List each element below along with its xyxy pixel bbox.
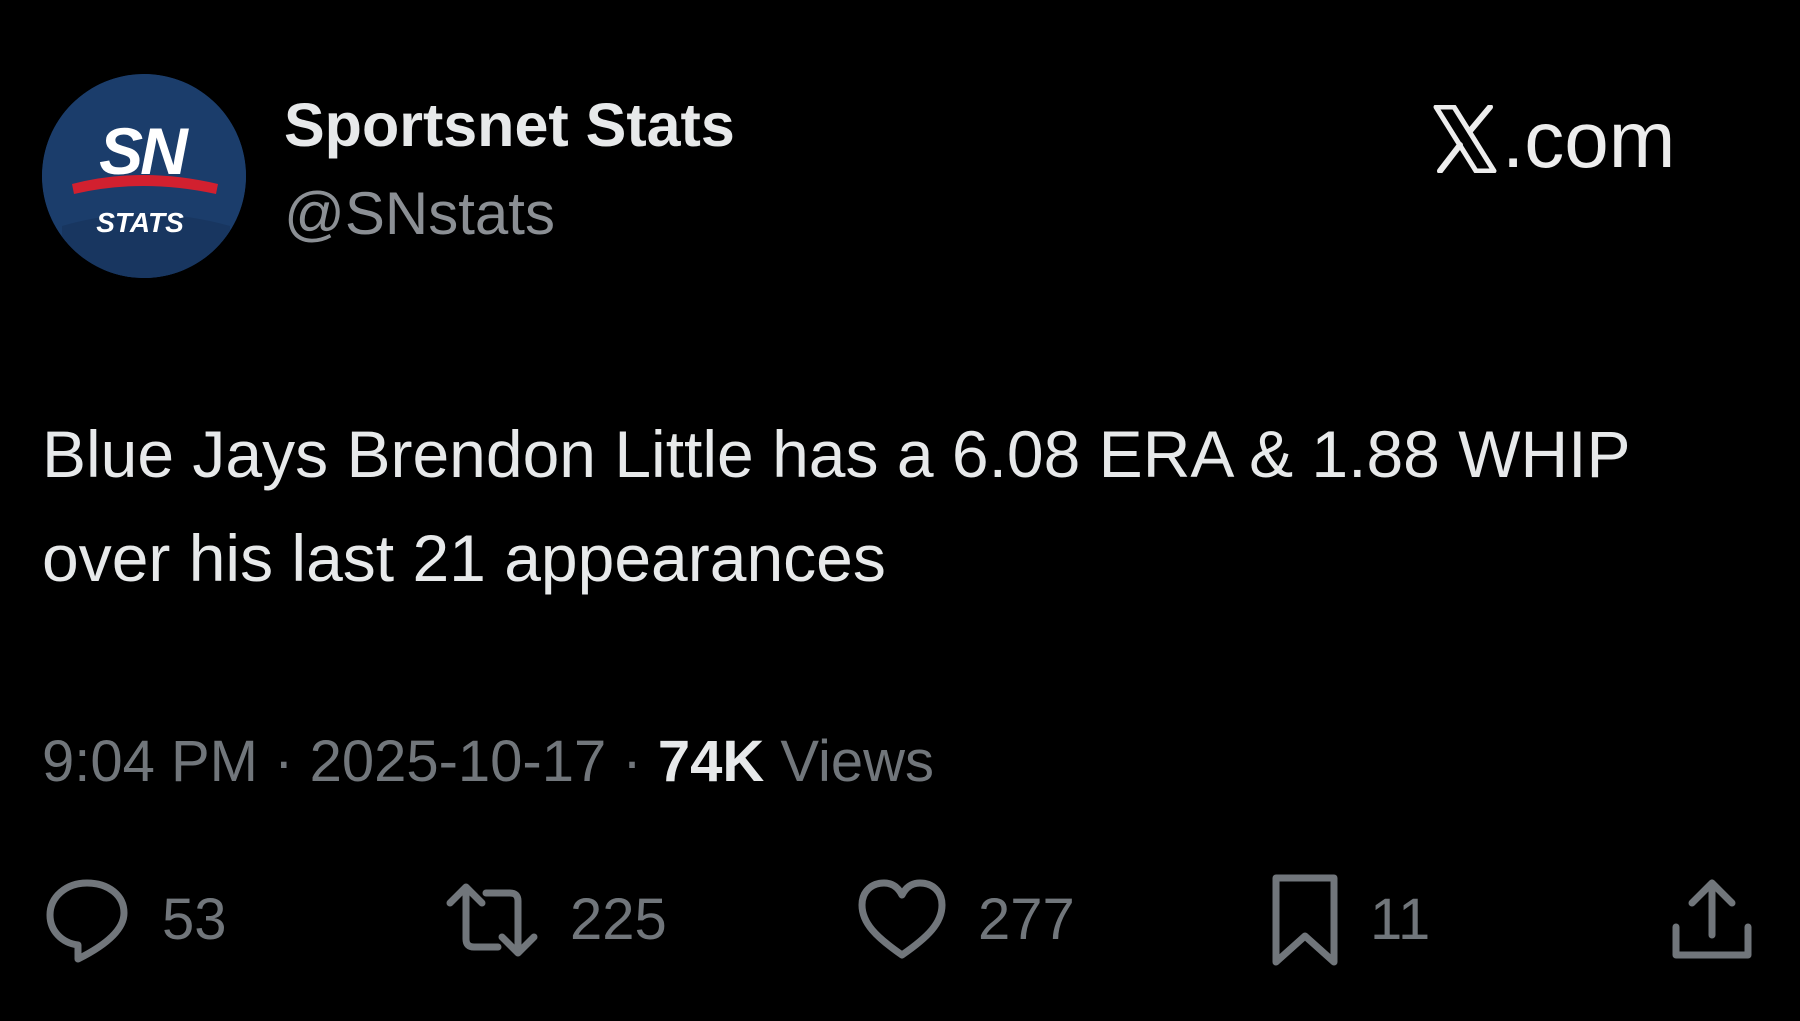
views-count: 74K	[657, 729, 765, 794]
share-button[interactable]	[1670, 870, 1754, 970]
views-label: Views	[780, 729, 935, 794]
avatar[interactable]: SN STATS	[42, 74, 246, 278]
meta-separator: ·	[274, 729, 294, 794]
meta-separator: ·	[622, 729, 642, 794]
author-handle[interactable]: @SNstats	[284, 181, 555, 247]
brand-text: .com	[1502, 95, 1676, 184]
bookmark-button[interactable]: 11	[1270, 870, 1430, 970]
share-icon	[1672, 879, 1752, 959]
tweet-time[interactable]: 9:04 PM	[42, 729, 258, 794]
tweet-meta: 9:04 PM · 2025-10-17 · 74K Views	[42, 730, 934, 794]
sportsnet-stats-logo: SN STATS	[42, 74, 246, 278]
x-logo-icon	[1433, 105, 1497, 173]
reply-count: 53	[162, 887, 227, 952]
author-display-name[interactable]: Sportsnet Stats	[284, 91, 735, 159]
retweet-icon	[446, 883, 538, 957]
x-brand-watermark: .com	[1432, 96, 1675, 184]
avatar-sub-text: STATS	[96, 207, 184, 238]
heart-icon	[858, 879, 946, 959]
like-button[interactable]: 277	[856, 870, 1075, 970]
bookmark-count: 11	[1370, 887, 1431, 952]
reply-button[interactable]: 53	[42, 870, 227, 970]
tweet-text: Blue Jays Brendon Little has a 6.08 ERA …	[42, 417, 1630, 595]
action-bar: 53 225 277 11	[0, 870, 1800, 970]
reply-icon	[46, 879, 128, 963]
retweet-count: 225	[570, 887, 667, 952]
tweet-date[interactable]: 2025-10-17	[310, 729, 607, 794]
bookmark-icon	[1272, 874, 1338, 966]
like-count: 277	[978, 887, 1075, 952]
retweet-button[interactable]: 225	[444, 870, 667, 970]
